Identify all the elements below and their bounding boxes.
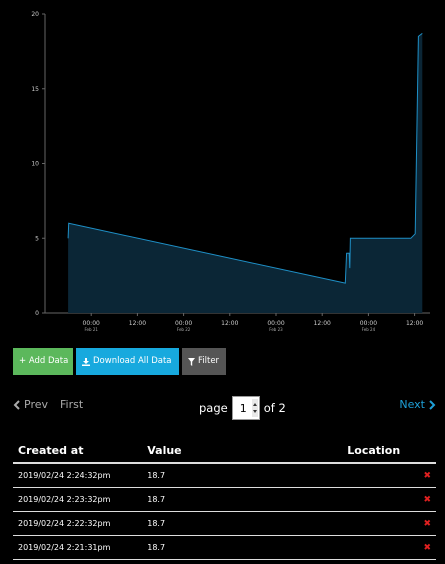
cell-location [342, 487, 408, 512]
x-tick-label: 00:00 [175, 320, 192, 327]
chevron-right-icon [429, 399, 436, 410]
delete-x-icon[interactable]: ✖ [423, 471, 431, 481]
first-label: First [60, 398, 84, 411]
header-actions [407, 438, 436, 464]
chart: 0 5 10 15 20 00:00 Feb 21 12:00 00:00 Feb 22 12:00… [0, 0, 445, 340]
table-row: 2019/02/24 2:21:31pm 18.7 ✖ [13, 535, 436, 560]
page-total-label: of 2 [263, 401, 286, 415]
header-location: Location [342, 438, 408, 464]
add-data-label: + Add Data [19, 356, 69, 366]
delete-x-icon[interactable]: ✖ [423, 543, 431, 553]
y-tick-label: 0 [35, 310, 39, 317]
delete-x-icon[interactable]: ✖ [423, 495, 431, 505]
cell-location [342, 463, 408, 488]
next-label: Next [399, 398, 425, 411]
delete-row-cell: ✖ [407, 511, 436, 536]
cell-created: 2019/02/24 2:22:32pm [13, 511, 143, 536]
cell-value: 18.7 [142, 535, 343, 560]
cell-location [342, 511, 408, 536]
x-tick-label: 12:00 [129, 320, 146, 327]
y-tick-label: 15 [31, 86, 39, 93]
delete-row-cell: ✖ [407, 463, 436, 488]
delete-row-cell: ✖ [407, 535, 436, 560]
x-tick-label: 12:00 [314, 320, 331, 327]
x-tick-sublabel: Feb 22 [177, 327, 191, 332]
pagination: Prev First page 1 of 2 Next [0, 392, 445, 422]
x-tick-label: 12:00 [406, 320, 423, 327]
download-all-data-button[interactable]: Download All Data [76, 348, 179, 375]
table-row: 2019/02/24 2:23:32pm 18.7 ✖ [13, 487, 436, 512]
toolbar: + Add Data Download All Data Filter [13, 348, 226, 375]
first-page-link[interactable]: First [60, 398, 83, 411]
y-tick-label: 20 [31, 11, 39, 18]
cell-location [342, 535, 408, 560]
page-indicator: page 1 of 2 [199, 396, 286, 420]
cell-created: 2019/02/24 2:21:31pm [13, 535, 143, 560]
filter-label: Filter [198, 356, 220, 366]
cell-created: 2019/02/24 2:24:32pm [13, 463, 143, 488]
filter-icon [188, 357, 195, 366]
x-tick-label: 00:00 [267, 320, 284, 327]
data-table: Created at Value Location 2019/02/24 2:2… [13, 438, 436, 560]
download-label: Download All Data [93, 356, 172, 366]
add-data-button[interactable]: + Add Data [13, 348, 73, 375]
x-tick-sublabel: Feb 24 [362, 327, 376, 332]
x-tick-label: 12:00 [221, 320, 238, 327]
y-tick-label: 10 [31, 161, 39, 168]
page-number-select[interactable]: 1 [231, 396, 260, 420]
table-row: 2019/02/24 2:22:32pm 18.7 ✖ [13, 511, 436, 536]
cell-value: 18.7 [142, 511, 343, 536]
cell-value: 18.7 [142, 487, 343, 512]
header-value: Value [142, 438, 343, 464]
series-area [68, 33, 423, 314]
chevron-left-icon [13, 399, 20, 410]
next-page-link[interactable]: Next [399, 398, 436, 411]
x-tick-sublabel: Feb 23 [269, 327, 283, 332]
x-tick-label: 00:00 [360, 320, 377, 327]
delete-row-cell: ✖ [407, 487, 436, 512]
filter-button[interactable]: Filter [182, 348, 226, 375]
table-row: 2019/02/24 2:24:32pm 18.7 ✖ [13, 463, 436, 488]
header-created-at: Created at [13, 438, 143, 464]
delete-x-icon[interactable]: ✖ [423, 519, 431, 529]
prev-page-link[interactable]: Prev [13, 398, 48, 411]
x-tick-sublabel: Feb 21 [84, 327, 98, 332]
y-tick-label: 5 [35, 235, 39, 242]
page-label: page [199, 401, 228, 415]
cell-value: 18.7 [142, 463, 343, 488]
x-tick-label: 00:00 [83, 320, 100, 327]
select-arrows-icon [251, 399, 258, 417]
data-chart: 0510152000:00Feb 2112:00 00:00Feb 2212:00… [31, 11, 430, 332]
prev-label: Prev [24, 398, 48, 411]
download-icon [82, 357, 90, 366]
table-header-row: Created at Value Location [13, 438, 436, 464]
current-page-value: 1 [239, 401, 247, 415]
cell-created: 2019/02/24 2:23:32pm [13, 487, 143, 512]
